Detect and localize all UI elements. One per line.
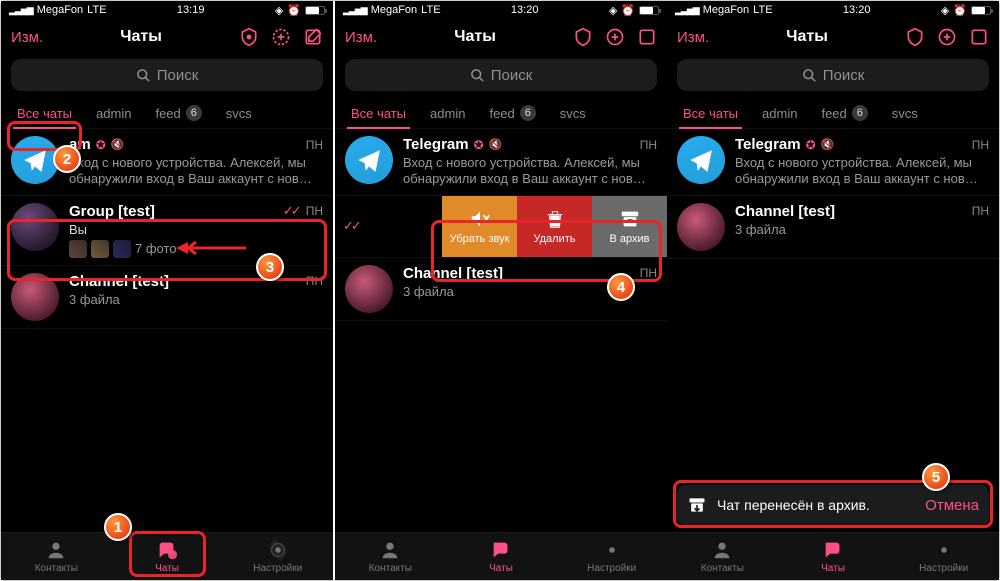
chat-preview: 7 фото xyxy=(135,241,177,256)
network-label: LTE xyxy=(87,4,106,16)
avatar xyxy=(11,273,59,321)
chat-row-telegram[interactable]: Telegram ✪🔇 ПН Вход с нового устройства.… xyxy=(667,129,999,196)
tab-contacts[interactable]: Контакты xyxy=(667,533,778,580)
tab-settings[interactable]: Настройки xyxy=(222,533,333,580)
archive-icon xyxy=(687,495,707,515)
new-group-icon[interactable] xyxy=(937,27,957,47)
tab-chats[interactable]: Чаты xyxy=(112,533,223,580)
status-bar: ▂▃▅▆MegaFonLTE 13:20 ◈⏰ xyxy=(667,1,999,19)
chat-row-telegram[interactable]: Telegram ✪🔇 ПН Вход с нового устройства.… xyxy=(335,129,667,196)
folder-svcs[interactable]: svcs xyxy=(214,99,264,128)
avatar xyxy=(11,203,59,251)
folder-feed[interactable]: feed6 xyxy=(477,99,547,128)
avatar xyxy=(11,136,59,184)
folder-feed[interactable]: feed6 xyxy=(143,99,213,128)
clock: 13:20 xyxy=(511,4,539,16)
battery-icon xyxy=(305,6,325,15)
proxy-icon[interactable] xyxy=(905,27,925,47)
toast-cancel-button[interactable]: Отмена xyxy=(925,497,979,514)
chat-preview: Вход с нового устройства. Алексей, мы об… xyxy=(69,155,323,188)
tab-label: Настройки xyxy=(253,563,302,574)
search-placeholder: Поиск xyxy=(157,67,199,84)
tab-chats[interactable]: Чаты xyxy=(778,533,889,580)
page-title: Чаты xyxy=(385,28,565,46)
tab-contacts[interactable]: Контакты xyxy=(1,533,112,580)
page-title: Чаты xyxy=(51,28,231,46)
tab-label: Чаты xyxy=(155,563,179,574)
folder-admin[interactable]: admin xyxy=(750,99,809,128)
chat-time: ПН xyxy=(306,138,323,152)
tab-settings[interactable]: Настройки xyxy=(556,533,667,580)
chat-row-telegram[interactable]: am ✪ 🔇 ПН Вход с нового устройства. Алек… xyxy=(1,129,333,196)
thumbnail xyxy=(69,240,87,258)
folder-feed[interactable]: feed6 xyxy=(809,99,879,128)
tab-label: Контакты xyxy=(35,563,78,574)
chat-name: am xyxy=(69,136,91,153)
folder-tabs: Все чаты admin feed6 svcs xyxy=(1,99,333,129)
new-group-icon[interactable] xyxy=(271,27,291,47)
status-bar: ▂▃▅▆ MegaFon LTE 13:19 ◈ ⏰ xyxy=(1,1,333,19)
clock: 13:20 xyxy=(843,4,871,16)
folder-all[interactable]: Все чаты xyxy=(5,99,84,128)
chat-row-channel[interactable]: Channel [test] ПН 3 файла xyxy=(1,266,333,329)
read-check-icon: ✓✓ xyxy=(343,218,359,234)
alarm-icon: ⏰ xyxy=(287,4,301,17)
swipe-mute-button[interactable]: Убрать звук xyxy=(442,196,517,257)
folder-badge: 6 xyxy=(186,105,202,121)
new-group-icon[interactable] xyxy=(605,27,625,47)
proxy-icon[interactable] xyxy=(239,27,259,47)
chat-name: Channel [test] xyxy=(69,273,169,290)
chat-name: Group [test] xyxy=(69,203,155,220)
folder-admin[interactable]: admin xyxy=(84,99,143,128)
swipe-delete-button[interactable]: Удалить xyxy=(517,196,592,257)
search-input[interactable]: Поиск xyxy=(11,59,323,91)
folder-all[interactable]: Все чаты xyxy=(339,99,418,128)
edit-button[interactable]: Изм. xyxy=(11,29,43,46)
chat-time: ПН xyxy=(306,274,323,288)
thumbnail xyxy=(91,240,109,258)
tab-settings[interactable]: Настройки xyxy=(888,533,999,580)
thumbnail xyxy=(113,240,131,258)
carrier-label: MegaFon xyxy=(37,4,83,16)
status-bar: ▂▃▅▆MegaFonLTE 13:20 ◈⏰ xyxy=(335,1,667,19)
folder-svcs[interactable]: svcs xyxy=(880,99,930,128)
page-title: Чаты xyxy=(717,28,897,46)
chat-preview: 3 файла xyxy=(69,292,323,308)
toast-text: Чат перенесён в архив. xyxy=(717,497,870,513)
tab-contacts[interactable]: Контакты xyxy=(335,533,446,580)
search-input[interactable]: Поиск xyxy=(677,59,989,91)
chat-sender: Вы xyxy=(69,222,323,237)
folder-all[interactable]: Все чаты xyxy=(671,99,750,128)
chat-row-group-swiped[interactable]: ✓✓ Убрать звук Удалить В архив xyxy=(335,196,667,258)
tab-chats[interactable]: Чаты xyxy=(446,533,557,580)
compose-icon[interactable] xyxy=(637,27,657,47)
read-check-icon: ✓✓ xyxy=(283,203,299,219)
edit-button[interactable]: Изм. xyxy=(677,29,709,46)
verified-icon: ✪ xyxy=(96,138,106,152)
search-input[interactable]: Поиск xyxy=(345,59,657,91)
chat-time: ПН xyxy=(306,204,323,218)
archive-toast: Чат перенесён в архив. Отмена xyxy=(677,485,989,525)
chat-row-channel[interactable]: Channel [test] ПН 3 файла xyxy=(667,196,999,259)
clock: 13:19 xyxy=(177,4,205,16)
folder-svcs[interactable]: svcs xyxy=(548,99,598,128)
swipe-archive-button[interactable]: В архив xyxy=(592,196,667,257)
chat-row-group[interactable]: Group [test] ✓✓ ПН Вы 7 фото xyxy=(1,196,333,266)
compose-icon[interactable] xyxy=(969,27,989,47)
muted-icon: 🔇 xyxy=(111,138,125,151)
edit-button[interactable]: Изм. xyxy=(345,29,377,46)
folder-admin[interactable]: admin xyxy=(418,99,477,128)
location-icon: ◈ xyxy=(275,4,283,17)
compose-icon[interactable] xyxy=(303,27,323,47)
chat-row-channel[interactable]: Channel [test] ПН 3 файла xyxy=(335,258,667,321)
proxy-icon[interactable] xyxy=(573,27,593,47)
